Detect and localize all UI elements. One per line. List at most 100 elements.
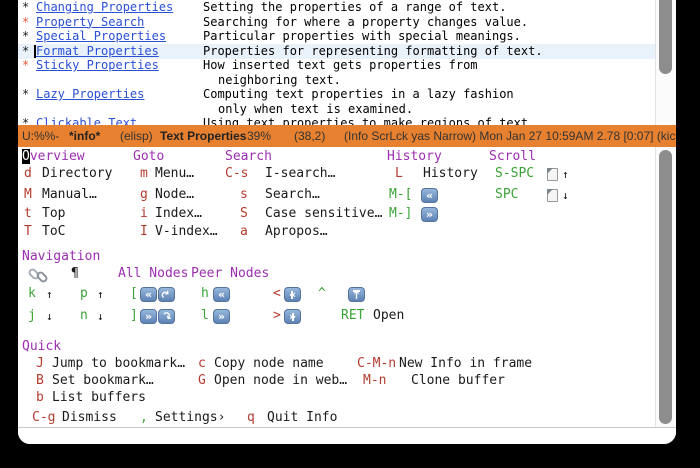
label-quit-info[interactable]: Quit Info [267, 410, 337, 426]
key-clone-buffer[interactable]: M-n [363, 373, 386, 389]
key-settings[interactable]: , [140, 410, 148, 426]
key-history-fwd-l[interactable]: l [201, 308, 209, 324]
section-header-scroll: Scroll [489, 149, 536, 165]
key-last-node[interactable]: > [273, 308, 281, 324]
key-menu[interactable]: m [140, 166, 148, 182]
key-scroll-down[interactable]: SPC [495, 187, 518, 203]
label-case-sensitive[interactable]: Case sensitive… [265, 206, 382, 222]
key-new-info-frame[interactable]: C-M-n [357, 356, 396, 372]
label-open[interactable]: Open [373, 308, 404, 324]
key-prev-node[interactable]: p [80, 286, 88, 302]
label-directory[interactable]: Directory [42, 166, 112, 182]
label-index[interactable]: Index… [155, 206, 202, 222]
scrollbar-thumb-lower[interactable] [659, 150, 672, 424]
scrollbar-thumb-upper[interactable] [659, 0, 672, 74]
label-clone-buffer[interactable]: Clone buffer [411, 373, 505, 389]
key-node[interactable]: g [140, 187, 148, 203]
info-buffer-pane: * Changing Properties Setting the proper… [18, 0, 655, 125]
key-first-node[interactable]: < [273, 286, 281, 302]
label-set-bookmark[interactable]: Set bookmark… [52, 373, 154, 389]
key-history-forward[interactable]: M-] [389, 206, 412, 222]
info-link[interactable]: Lazy Properties [36, 87, 144, 102]
info-link[interactable]: Changing Properties [36, 0, 173, 15]
menu-asterisk: * [22, 15, 29, 30]
section-header-quick: Quick [22, 339, 61, 355]
info-link[interactable]: Format Properties [36, 44, 159, 59]
curve-up-icon: ↷ [158, 287, 175, 302]
section-header-history: History [387, 149, 442, 165]
section-header-goto: Goto [133, 149, 164, 165]
rewind-icon: « [140, 287, 157, 302]
key-set-bookmark[interactable]: B [36, 373, 44, 389]
key-prev-line[interactable]: k [28, 286, 36, 302]
menu-row-continuation: neighboring text. [18, 73, 655, 88]
key-ret-open[interactable]: RET [341, 308, 364, 324]
key-scroll-up[interactable]: S-SPC [495, 166, 534, 182]
menu-description: Properties for representing formatting o… [203, 44, 543, 59]
down-arrow: ↓ [97, 309, 104, 325]
label-history[interactable]: History [423, 166, 478, 182]
menu-row: * Changing Properties Setting the proper… [18, 0, 655, 15]
menu-asterisk: * [22, 44, 29, 59]
label-jump-bookmark[interactable]: Jump to bookmark… [52, 356, 185, 372]
key-quit-info[interactable]: q [247, 410, 255, 426]
menu-row: * Lazy Properties Computing text propert… [18, 87, 655, 102]
label-toc[interactable]: ToC [42, 224, 65, 240]
key-case-sensitive[interactable]: S [240, 206, 248, 222]
label-open-node-web[interactable]: Open node in web… [214, 373, 347, 389]
label-search[interactable]: Search… [265, 187, 320, 203]
up-arrow: ↑ [46, 287, 53, 303]
info-link[interactable]: Special Properties [36, 29, 166, 44]
key-directory[interactable]: d [24, 166, 32, 182]
skip-back-icon: « [284, 287, 301, 302]
key-copy-node-name[interactable]: c [198, 356, 206, 372]
block-cursor: O [22, 149, 30, 164]
label-isearch[interactable]: I-search… [265, 166, 335, 182]
label-vindex[interactable]: V-index… [155, 224, 218, 240]
key-history[interactable]: L [395, 166, 403, 182]
key-jump-bookmark[interactable]: J [36, 356, 44, 372]
key-list-buffers[interactable]: b [36, 390, 44, 406]
label-dismiss[interactable]: Dismiss [62, 410, 117, 426]
info-link[interactable]: Sticky Properties [36, 58, 159, 73]
label-node[interactable]: Node… [155, 187, 194, 203]
modeline-node-name: Text Properties [160, 129, 246, 143]
label-apropos[interactable]: Apropos… [265, 224, 328, 240]
key-index[interactable]: i [140, 206, 148, 222]
label-top[interactable]: Top [42, 206, 65, 222]
label-list-buffers[interactable]: List buffers [52, 390, 146, 406]
pilcrow-icon: ¶ [71, 266, 79, 282]
scroll-up-arrow: ↑ [562, 167, 569, 183]
menu-description: How inserted text gets properties from [203, 58, 478, 73]
label-settings[interactable]: Settings› [155, 410, 225, 426]
subheader-peer-nodes: Peer Nodes [191, 266, 269, 282]
key-up-node[interactable]: ^ [318, 286, 326, 302]
key-next-line[interactable]: j [28, 308, 36, 324]
rewind-icon: « [421, 188, 438, 203]
label-manual[interactable]: Manual… [42, 187, 97, 203]
key-toc[interactable]: T [24, 224, 32, 240]
key-history-back-h[interactable]: h [201, 286, 209, 302]
label-menu[interactable]: Menu… [155, 166, 194, 182]
key-vindex[interactable]: I [140, 224, 148, 240]
fast-forward-icon: » [421, 207, 438, 222]
menu-description: Particular properties with special meani… [203, 29, 521, 44]
key-open-node-web[interactable]: G [198, 373, 206, 389]
key-top[interactable]: t [24, 206, 32, 222]
page-down-icon [547, 189, 558, 202]
key-dismiss[interactable]: C-g [32, 410, 55, 426]
up-node-icon: ↑ [348, 287, 365, 302]
key-manual[interactable]: M [24, 187, 32, 203]
key-backward-node[interactable]: [ [130, 286, 138, 302]
label-copy-node-name[interactable]: Copy node name [214, 356, 324, 372]
menu-row-continuation: only when text is examined. [18, 102, 655, 117]
down-arrow: ↓ [46, 309, 53, 325]
label-new-info-frame[interactable]: New Info in frame [399, 356, 532, 372]
info-link[interactable]: Property Search [36, 15, 144, 30]
key-next-node[interactable]: n [80, 308, 88, 324]
key-forward-node[interactable]: ] [130, 308, 138, 324]
key-search[interactable]: s [240, 187, 248, 203]
key-apropos[interactable]: a [240, 224, 248, 240]
key-history-back[interactable]: M-[ [389, 187, 412, 203]
key-isearch[interactable]: C-s [225, 166, 248, 182]
